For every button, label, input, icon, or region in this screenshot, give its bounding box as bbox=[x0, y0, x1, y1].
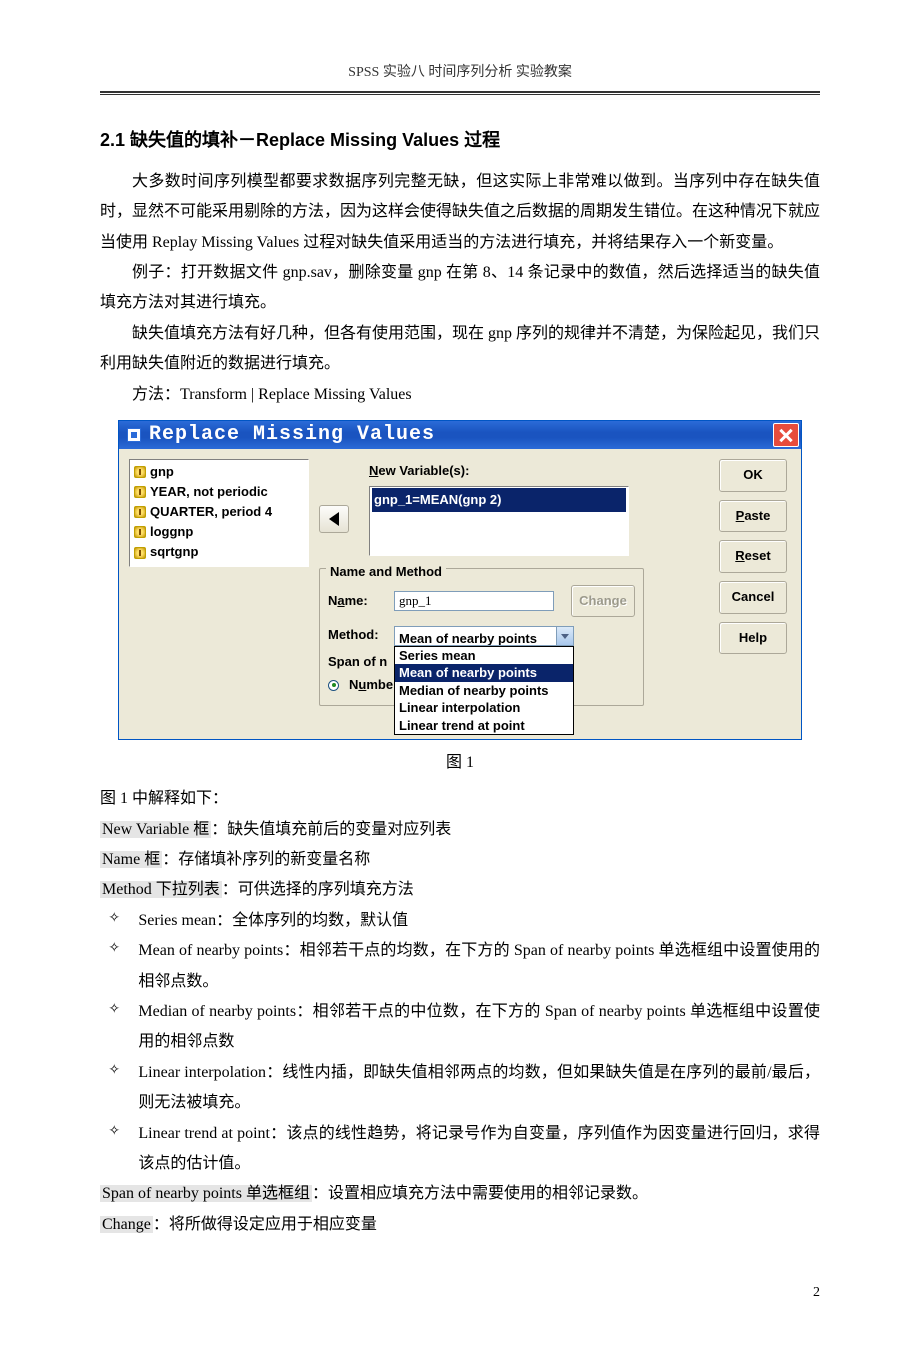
explain-line: Method 下拉列表：可供选择的序列填充方法 bbox=[100, 875, 820, 905]
variable-icon bbox=[134, 547, 146, 559]
list-item[interactable]: QUARTER, period 4 bbox=[134, 502, 304, 522]
list-item-label: loggnp bbox=[150, 522, 193, 542]
list-item: Series mean：全体序列的均数，默认值 bbox=[100, 906, 820, 936]
section-title: 2.1 缺失值的填补－Replace Missing Values 过程 bbox=[100, 123, 820, 157]
list-item: Linear interpolation：线性内插，即缺失值相邻两点的均数，但如… bbox=[100, 1058, 820, 1119]
name-input[interactable] bbox=[394, 591, 554, 611]
list-item-label: sqrtgnp bbox=[150, 542, 198, 562]
radio-selected-icon[interactable] bbox=[328, 680, 339, 691]
list-item[interactable]: sqrtgnp bbox=[134, 542, 304, 562]
close-icon[interactable] bbox=[773, 423, 799, 447]
change-button[interactable]: Change bbox=[571, 585, 635, 618]
chevron-down-icon[interactable] bbox=[556, 627, 573, 645]
dialog-button-column: OK Paste Reset Cancel Help bbox=[719, 459, 793, 731]
name-label: Name: bbox=[328, 589, 388, 614]
move-left-button[interactable] bbox=[319, 505, 349, 533]
list-item[interactable]: loggnp bbox=[134, 522, 304, 542]
figure-caption: 图 1 bbox=[100, 748, 820, 778]
list-item: Mean of nearby points：相邻若干点的均数，在下方的 Span… bbox=[100, 936, 820, 997]
method-combo[interactable]: Mean of nearby points Series mean Mean o… bbox=[394, 626, 574, 646]
dropdown-option[interactable]: Linear interpolation bbox=[395, 699, 573, 717]
list-item[interactable]: gnp_1=MEAN(gnp 2) bbox=[372, 488, 626, 513]
dialog-titlebar: Replace Missing Values bbox=[119, 421, 801, 449]
new-variable-label: New Variable(s): bbox=[369, 459, 719, 484]
explanation-block: 图 1 中解释如下： New Variable 框：缺失值填充前后的变量对应列表… bbox=[100, 784, 820, 1240]
page-number: 2 bbox=[100, 1280, 820, 1307]
method-dropdown[interactable]: Series mean Mean of nearby points Median… bbox=[394, 646, 574, 736]
list-item: Linear trend at point：该点的线性趋势，将记录号作为自变量，… bbox=[100, 1119, 820, 1180]
body-paragraph: 方法：Transform | Replace Missing Values bbox=[100, 380, 820, 410]
method-bullet-list: Series mean：全体序列的均数，默认值 Mean of nearby p… bbox=[100, 906, 820, 1180]
variable-icon bbox=[134, 506, 146, 518]
list-item-label: YEAR, not periodic bbox=[150, 482, 268, 502]
explain-line: Change：将所做得设定应用于相应变量 bbox=[100, 1210, 820, 1240]
group-legend: Name and Method bbox=[326, 560, 446, 585]
variable-icon bbox=[134, 466, 146, 478]
dropdown-option[interactable]: Linear trend at point bbox=[395, 717, 573, 735]
paste-button[interactable]: Paste bbox=[719, 500, 787, 533]
list-item-label: QUARTER, period 4 bbox=[150, 502, 272, 522]
dialog-window: Replace Missing Values gnp YEAR, not per… bbox=[118, 420, 802, 740]
list-item[interactable]: gnp bbox=[134, 462, 304, 482]
help-button[interactable]: Help bbox=[719, 622, 787, 655]
app-icon bbox=[127, 428, 141, 442]
list-item: Median of nearby points：相邻若干点的中位数，在下方的 S… bbox=[100, 997, 820, 1058]
explain-line: Name 框：存储填补序列的新变量名称 bbox=[100, 845, 820, 875]
variable-list[interactable]: gnp YEAR, not periodic QUARTER, period 4… bbox=[129, 459, 309, 567]
variable-icon bbox=[134, 526, 146, 538]
ok-button[interactable]: OK bbox=[719, 459, 787, 492]
list-item-label: gnp bbox=[150, 462, 174, 482]
page-header: SPSS 实验八 时间序列分析 实验教案 bbox=[100, 60, 820, 87]
combo-value: Mean of nearby points bbox=[395, 627, 556, 645]
triangle-left-icon bbox=[329, 512, 339, 526]
dropdown-option[interactable]: Mean of nearby points bbox=[395, 664, 573, 682]
body-paragraph: 缺失值填充方法有好几种，但各有使用范围，现在 gnp 序列的规律并不清楚，为保险… bbox=[100, 319, 820, 380]
method-label: Method: bbox=[328, 623, 388, 648]
span-label: Span of n bbox=[328, 650, 390, 675]
explain-line: New Variable 框：缺失值填充前后的变量对应列表 bbox=[100, 815, 820, 845]
list-item[interactable]: YEAR, not periodic bbox=[134, 482, 304, 502]
variable-icon bbox=[134, 486, 146, 498]
new-variable-list[interactable]: gnp_1=MEAN(gnp 2) bbox=[369, 486, 629, 556]
explain-intro: 图 1 中解释如下： bbox=[100, 784, 820, 814]
body-paragraph: 大多数时间序列模型都要求数据序列完整无缺，但这实际上非常难以做到。当序列中存在缺… bbox=[100, 167, 820, 258]
number-label: Numbe bbox=[349, 673, 393, 698]
reset-button[interactable]: Reset bbox=[719, 540, 787, 573]
dropdown-option[interactable]: Median of nearby points bbox=[395, 682, 573, 700]
cancel-button[interactable]: Cancel bbox=[719, 581, 787, 614]
name-method-group: Name and Method Name: Change Method: Mea… bbox=[319, 568, 644, 707]
header-rule bbox=[100, 91, 820, 95]
explain-line: Span of nearby points 单选框组：设置相应填充方法中需要使用… bbox=[100, 1179, 820, 1209]
dropdown-option[interactable]: Series mean bbox=[395, 647, 573, 665]
body-paragraph: 例子：打开数据文件 gnp.sav，删除变量 gnp 在第 8、14 条记录中的… bbox=[100, 258, 820, 319]
